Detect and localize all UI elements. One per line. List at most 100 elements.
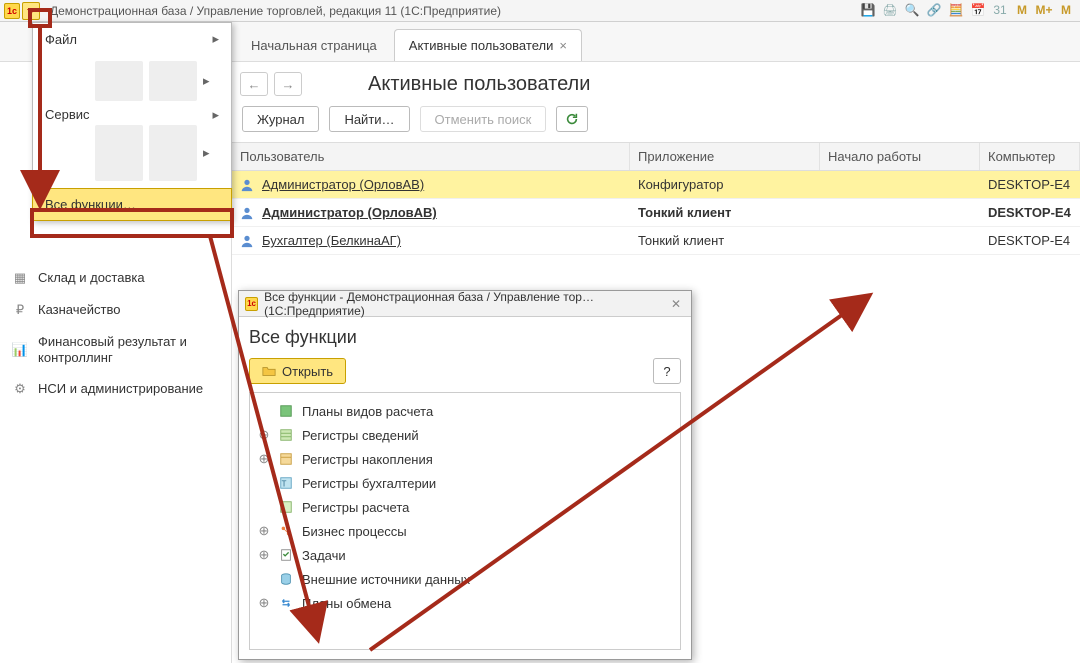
close-icon[interactable]: × <box>559 38 567 53</box>
tree-node[interactable]: ⊕ Регистры накопления <box>252 447 678 471</box>
grid-header: Пользователь Приложение Начало работы Ко… <box>232 143 1080 171</box>
tree-node-label: Задачи <box>302 548 346 563</box>
dialog-titlebar[interactable]: 1c Все функции - Демонстрационная база /… <box>239 291 691 317</box>
col-app[interactable]: Приложение <box>630 143 820 170</box>
user-link[interactable]: Бухгалтер (БелкинаАГ) <box>262 233 401 248</box>
sidebar-item-treasury[interactable]: ₽ Казначейство <box>0 294 231 326</box>
journal-button[interactable]: Журнал <box>242 106 319 132</box>
calc-icon[interactable]: 🧮 <box>948 2 964 18</box>
sidebar-item-label: Финансовый результат и контроллинг <box>38 334 219 365</box>
tree-node[interactable]: Внешние источники данных <box>252 567 678 591</box>
sidebar-item-nsi[interactable]: ⚙ НСИ и администрирование <box>0 373 231 405</box>
menu-item-all-functions[interactable]: Все функции… <box>32 188 232 221</box>
col-start[interactable]: Начало работы <box>820 143 980 170</box>
expand-icon[interactable]: ⊕ <box>258 547 270 563</box>
thumb-placeholder[interactable] <box>149 125 197 181</box>
cell-start <box>820 236 980 246</box>
cell-app: Тонкий клиент <box>630 228 820 253</box>
cell-start <box>820 180 980 190</box>
tree-node[interactable]: Планы видов расчета <box>252 399 678 423</box>
mplus-icon[interactable]: M+ <box>1036 2 1052 18</box>
tree-node-label: Регистры накопления <box>302 452 433 467</box>
expand-icon[interactable]: ⊕ <box>258 451 270 467</box>
m2-icon[interactable]: M <box>1058 2 1074 18</box>
info-register-icon <box>278 427 294 443</box>
refresh-icon <box>565 112 579 126</box>
tree-node-label: Регистры сведений <box>302 428 419 443</box>
tree-node[interactable]: Регистры расчета <box>252 495 678 519</box>
m-icon[interactable]: M <box>1014 2 1030 18</box>
exchange-plan-icon <box>278 595 294 611</box>
thumb-placeholder[interactable] <box>95 61 143 101</box>
tree-node[interactable]: ⊕ Регистры сведений <box>252 423 678 447</box>
tree-node[interactable]: ⊕ Планы обмена <box>252 591 678 615</box>
col-user[interactable]: Пользователь <box>232 143 630 170</box>
refresh-button[interactable] <box>556 106 588 132</box>
link-icon[interactable]: 🔗 <box>926 2 942 18</box>
submenu-arrow-icon: ▸ <box>203 73 210 89</box>
expand-icon[interactable]: ⊕ <box>258 427 270 443</box>
thumb-placeholder[interactable] <box>95 125 143 181</box>
tab-active-users[interactable]: Активные пользователи × <box>394 29 582 61</box>
dialog-header: Все функции <box>239 317 691 354</box>
save-icon[interactable]: 💾 <box>860 2 876 18</box>
help-button[interactable]: ? <box>653 358 681 384</box>
gear-icon: ⚙ <box>12 381 28 397</box>
tree-node-label: Бизнес процессы <box>302 524 407 539</box>
tree-node[interactable]: T Регистры бухгалтерии <box>252 471 678 495</box>
bizproc-icon <box>278 523 294 539</box>
cell-computer: DESKTOP-E4 <box>980 228 1080 253</box>
find-button[interactable]: Найти… <box>329 106 409 132</box>
date-icon[interactable]: 31 <box>992 2 1008 18</box>
tree-node[interactable]: ⊕ Бизнес процессы <box>252 519 678 543</box>
page-title: Активные пользователи <box>368 73 590 96</box>
menu-recent-thumbs: ▸ <box>33 55 231 101</box>
tab-start-page[interactable]: Начальная страница <box>236 29 392 61</box>
functions-tree[interactable]: Планы видов расчета ⊕ Регистры сведений … <box>249 392 681 650</box>
main-menu-dropdown-button[interactable] <box>22 2 40 20</box>
menu-service-thumbs: ▸ <box>33 123 231 189</box>
tree-node[interactable]: ⊕ Задачи <box>252 543 678 567</box>
user-link[interactable]: Администратор (ОрловАВ) <box>262 177 424 192</box>
menu-item-label: Сервис <box>45 107 90 122</box>
thumb-placeholder[interactable] <box>149 61 197 101</box>
cancel-search-button: Отменить поиск <box>420 106 547 132</box>
user-icon <box>240 206 254 220</box>
calendar-icon[interactable]: 📅 <box>970 2 986 18</box>
open-button[interactable]: Открыть <box>249 358 346 384</box>
table-row[interactable]: Бухгалтер (БелкинаАГ) Тонкий клиент DESK… <box>232 227 1080 255</box>
print-icon[interactable]: 🖨 <box>882 2 898 18</box>
sidebar-item-finresult[interactable]: 📊 Финансовый результат и контроллинг <box>0 326 231 373</box>
expand-icon[interactable]: ⊕ <box>258 523 270 539</box>
close-icon[interactable]: ✕ <box>667 297 685 311</box>
submenu-arrow-icon: ▸ <box>212 31 219 47</box>
table-row[interactable]: Администратор (ОрловАВ) Тонкий клиент DE… <box>232 199 1080 227</box>
tree-node-label: Планы обмена <box>302 596 391 611</box>
accum-register-icon <box>278 451 294 467</box>
cell-computer: DESKTOP-E4 <box>980 172 1080 197</box>
col-computer[interactable]: Компьютер <box>980 143 1080 170</box>
dialog-toolbar: Открыть ? <box>239 354 691 392</box>
tabs-bar: Начальная страница Активные пользователи… <box>232 22 1080 62</box>
sidebar-item-warehouse[interactable]: ▦ Склад и доставка <box>0 262 231 294</box>
dialog-title: Все функции - Демонстрационная база / Уп… <box>264 290 667 318</box>
menu-item-label: Файл <box>45 32 77 47</box>
tab-label: Начальная страница <box>251 38 377 53</box>
tree-node-label: Регистры бухгалтерии <box>302 476 436 491</box>
all-functions-dialog: 1c Все функции - Демонстрационная база /… <box>238 290 692 660</box>
nav-forward-button[interactable]: → <box>274 72 302 96</box>
table-row[interactable]: Администратор (ОрловАВ) Конфигуратор DES… <box>232 171 1080 199</box>
cell-app: Конфигуратор <box>630 172 820 197</box>
search-icon[interactable]: 🔍 <box>904 2 920 18</box>
expand-icon[interactable]: ⊕ <box>258 595 270 611</box>
menu-item-service[interactable]: Сервис ▸ <box>33 101 231 123</box>
window-title: Демонстрационная база / Управление торго… <box>50 4 501 18</box>
nav-back-button[interactable]: ← <box>240 72 268 96</box>
submenu-arrow-icon: ▸ <box>212 107 219 123</box>
user-icon <box>240 178 254 192</box>
menu-item-file[interactable]: Файл ▸ <box>33 23 231 55</box>
grid-toolbar: Журнал Найти… Отменить поиск <box>232 102 1080 142</box>
user-link[interactable]: Администратор (ОрловАВ) <box>262 205 437 220</box>
cell-app: Тонкий клиент <box>630 200 820 225</box>
calc-plan-icon <box>278 403 294 419</box>
